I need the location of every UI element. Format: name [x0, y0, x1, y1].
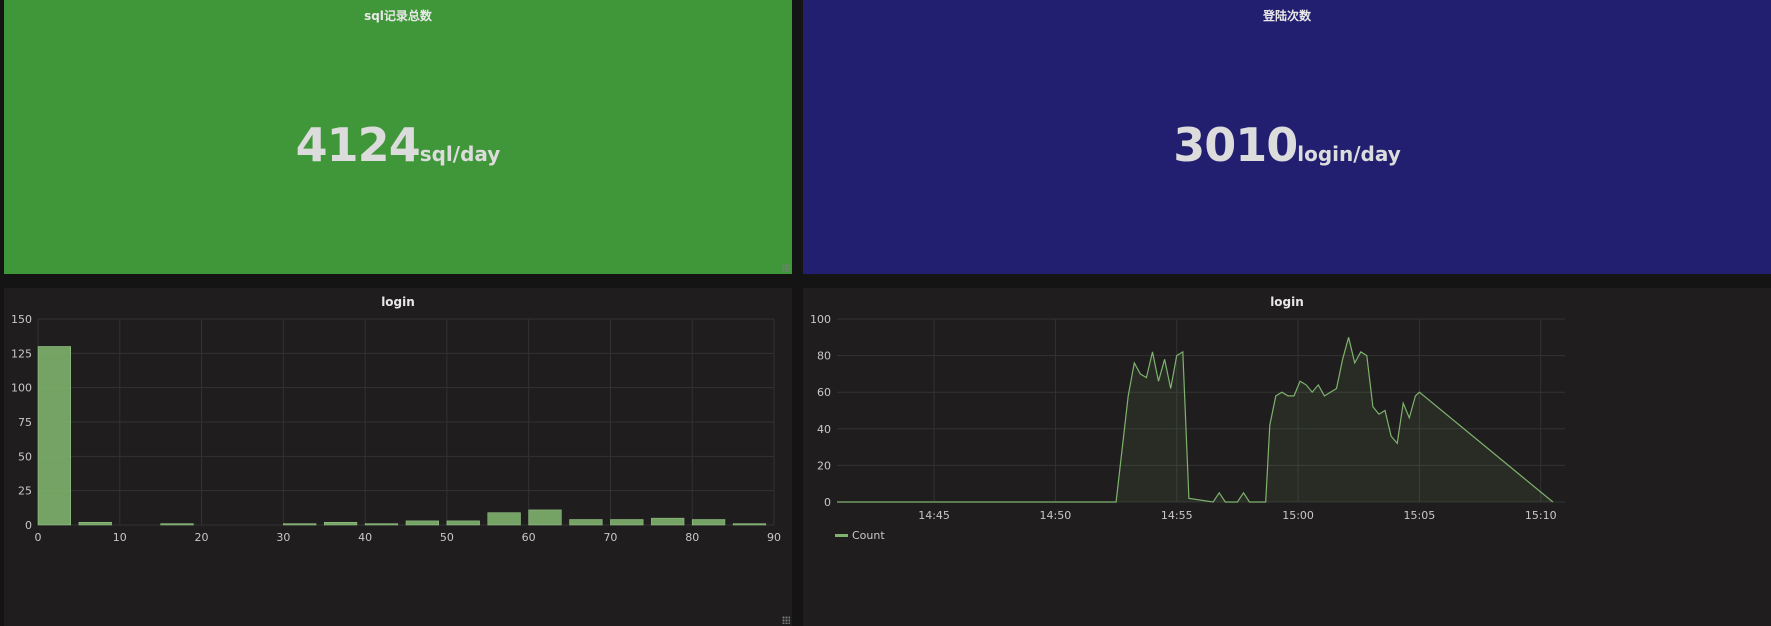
stat-value: 3010	[1173, 118, 1298, 172]
histogram-chart: 0 25 50 75 100 125 150 0 10 20 30 40 50 60 70 80 90	[11, 313, 781, 544]
stat-value: 4124	[295, 118, 421, 172]
panel-title[interactable]: 登陆次数	[803, 7, 1771, 24]
histogram-bar	[610, 519, 644, 526]
login-histogram-panel: login 0 25 50 75 100 125 150 0 10 20 30 40 50 60 70 80 9…	[4, 288, 792, 626]
y-tick-label: 25	[18, 485, 32, 498]
stat-value-group: 3010login/day	[803, 118, 1771, 172]
histogram-bar	[283, 523, 317, 526]
series-area-count	[837, 337, 1553, 502]
y-tick-label: 0	[25, 519, 32, 532]
x-tick-label: 0	[35, 531, 42, 544]
x-tick-label: 50	[440, 531, 454, 544]
histogram-bar	[528, 509, 562, 526]
x-tick-label: 90	[767, 531, 781, 544]
histogram-bar	[323, 522, 358, 526]
y-tick-label: 100	[810, 313, 831, 326]
panel-title[interactable]: sql记录总数	[4, 7, 792, 24]
x-tick-label: 15:05	[1404, 509, 1436, 522]
sql-count-panel: sql记录总数 4124sql/day	[4, 0, 792, 274]
x-tick-label: 70	[603, 531, 617, 544]
y-tick-label: 40	[817, 423, 831, 436]
y-tick-label: 0	[824, 496, 831, 509]
resize-handle-icon[interactable]	[782, 264, 790, 272]
resize-handle-icon[interactable]	[782, 616, 790, 624]
histogram-bar	[651, 517, 685, 526]
y-tick-label: 100	[11, 382, 32, 395]
x-tick-label: 14:55	[1161, 509, 1193, 522]
y-tick-label: 20	[817, 459, 831, 472]
x-tick-label: 80	[685, 531, 699, 544]
y-tick-label: 150	[11, 313, 32, 326]
x-tick-label: 60	[522, 531, 536, 544]
x-tick-label: 10	[113, 531, 127, 544]
histogram-bar	[405, 520, 439, 526]
legend-swatch-icon	[835, 534, 848, 537]
histogram-bar	[160, 523, 194, 526]
histogram-bar	[487, 512, 521, 526]
stat-value-group: 4124sql/day	[4, 118, 792, 172]
login-count-panel: 登陆次数 3010login/day	[803, 0, 1771, 274]
x-tick-label: 14:45	[918, 509, 950, 522]
legend-item[interactable]: Count	[835, 529, 885, 542]
y-tick-label: 80	[817, 350, 831, 363]
y-tick-label: 125	[11, 347, 32, 360]
histogram-bar	[78, 522, 112, 526]
y-tick-label: 75	[18, 416, 32, 429]
stat-unit: login/day	[1297, 142, 1401, 166]
x-tick-label: 20	[195, 531, 209, 544]
histogram-bar	[364, 523, 399, 526]
timeseries-chart: 0 20 40 60 80 100 14:45 14:50 14:55 15:00 15:05 15:…	[810, 313, 1565, 522]
histogram-bar	[691, 519, 726, 526]
login-timeseries-panel: login 0 20 40 60 80 100 14:45 14:50 14:55 15:00 15…	[803, 288, 1771, 626]
x-tick-label: 15:00	[1282, 509, 1314, 522]
histogram-bar	[732, 523, 767, 526]
histogram-bar	[569, 519, 603, 526]
legend-label: Count	[852, 529, 885, 542]
x-tick-label: 15:10	[1525, 509, 1557, 522]
x-tick-label: 40	[358, 531, 372, 544]
x-tick-label: 14:50	[1040, 509, 1072, 522]
x-tick-label: 30	[276, 531, 290, 544]
y-tick-label: 60	[817, 386, 831, 399]
y-tick-label: 50	[18, 450, 32, 463]
histogram-bar	[37, 346, 71, 526]
stat-unit: sql/day	[419, 142, 501, 166]
histogram-bar	[446, 520, 480, 526]
